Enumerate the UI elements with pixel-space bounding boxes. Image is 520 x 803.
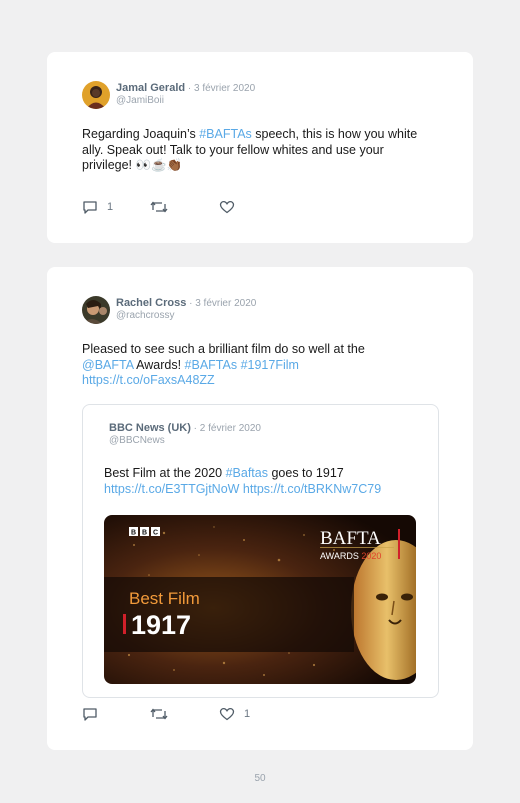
- author-handle: @JamiBoii: [116, 95, 164, 106]
- like-icon: [219, 200, 235, 214]
- quoted-author-name-text: BBC News (UK): [109, 422, 191, 434]
- tweet-date: · 3 février 2020: [186, 298, 257, 309]
- hashtag-link[interactable]: #BAFTAs #1917Film: [185, 358, 299, 372]
- avatar[interactable]: [82, 296, 110, 324]
- award-category: Best Film: [129, 589, 200, 608]
- tweet-text-part: Pleased to see such a brilliant film do …: [82, 342, 365, 356]
- award-winner: 1917: [131, 610, 191, 640]
- bbc-logo-letter: B: [142, 530, 147, 537]
- reply-count: 1: [107, 201, 114, 213]
- author-name-text: Rachel Cross: [116, 297, 187, 309]
- media-image[interactable]: B B C BAFTA AWARDS 2020 Best Film 1917: [104, 515, 416, 684]
- reply-icon: [83, 201, 97, 214]
- retweet-icon: [150, 201, 168, 213]
- tweet-text-part: Regarding Joaquin’s: [82, 127, 200, 141]
- tweet-text: Regarding Joaquin’s #BAFTAs speech, this…: [82, 127, 427, 174]
- reply-icon: [83, 708, 97, 721]
- like-button[interactable]: [219, 199, 244, 215]
- avatar[interactable]: [82, 81, 110, 109]
- like-count: 1: [244, 708, 251, 720]
- hashtag-link[interactable]: #Baftas: [226, 466, 268, 480]
- quoted-tweet[interactable]: BBC News (UK) · 2 février 2020 @BBCNews …: [82, 404, 439, 698]
- tweet-actions: 1: [82, 706, 262, 722]
- tweet-text-part: goes to 1917: [267, 466, 344, 480]
- url-link[interactable]: https://t.co/oFaxsA48ZZ: [82, 373, 215, 387]
- like-button[interactable]: 1: [219, 706, 250, 722]
- url-link[interactable]: https://t.co/E3TTGjtNoW https://t.co/tBR…: [104, 482, 381, 496]
- author-name[interactable]: Rachel Cross · 3 février 2020: [116, 297, 256, 309]
- tweet-text-part: Awards!: [133, 357, 185, 372]
- like-icon: [219, 707, 235, 721]
- tweet-card: Rachel Cross · 3 février 2020 @rachcross…: [47, 267, 473, 750]
- bbc-logo-letter: C: [153, 530, 158, 537]
- awards-label: AWARDS 2020: [320, 551, 381, 561]
- author-name[interactable]: Jamal Gerald · 3 février 2020: [116, 82, 255, 94]
- quoted-author-name[interactable]: BBC News (UK) · 2 février 2020: [109, 422, 261, 434]
- bbc-logo-letter: B: [131, 530, 136, 537]
- author-handle: @rachcrossy: [116, 310, 175, 321]
- tweet-text: Pleased to see such a brilliant film do …: [82, 342, 402, 389]
- author-name-text: Jamal Gerald: [116, 82, 186, 94]
- retweet-icon: [150, 708, 168, 720]
- tweet-text-part: Best Film at the 2020: [104, 466, 226, 480]
- hashtag-link[interactable]: #BAFTAs: [199, 127, 252, 141]
- retweet-button[interactable]: [150, 199, 177, 215]
- tweet-actions: 1: [82, 199, 262, 215]
- reply-button[interactable]: [82, 706, 107, 722]
- bafta-title: BAFTA: [320, 528, 381, 549]
- tweet-card: Jamal Gerald · 3 février 2020 @JamiBoii …: [47, 52, 473, 243]
- quoted-author-handle: @BBCNews: [109, 435, 165, 446]
- reply-button[interactable]: 1: [82, 199, 113, 215]
- page-number: 50: [254, 773, 266, 784]
- quoted-tweet-text: Best Film at the 2020 #Baftas goes to 19…: [104, 466, 424, 497]
- quoted-tweet-date: · 2 février 2020: [190, 423, 261, 434]
- retweet-button[interactable]: [150, 706, 177, 722]
- tweet-date: · 3 février 2020: [185, 83, 256, 94]
- mention-link[interactable]: @BAFTA: [82, 358, 133, 372]
